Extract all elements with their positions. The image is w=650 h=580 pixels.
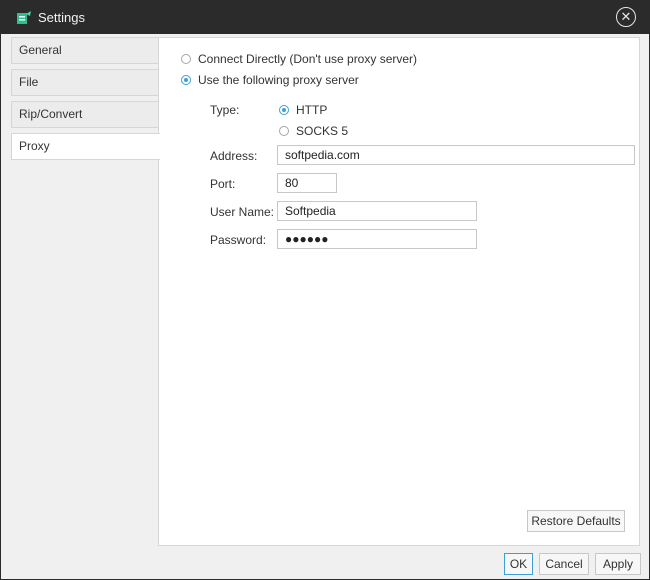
type-label: Type:	[210, 103, 240, 117]
restore-defaults-button[interactable]: Restore Defaults	[527, 510, 625, 532]
settings-window: Settings ✕ General File Rip/Convert Prox…	[0, 0, 650, 580]
sidebar-item-label: Rip/Convert	[19, 107, 83, 121]
sidebar-item-proxy[interactable]: Proxy	[11, 133, 160, 160]
close-icon: ✕	[620, 9, 632, 24]
http-label: HTTP	[296, 103, 328, 117]
ok-button[interactable]: OK	[504, 553, 533, 575]
address-label: Address:	[210, 149, 258, 163]
username-label: User Name:	[210, 205, 275, 219]
port-label: Port:	[210, 177, 236, 191]
sidebar-item-file[interactable]: File	[11, 69, 158, 96]
password-label: Password:	[210, 233, 267, 247]
proxy-settings-panel: Connect Directly (Don't use proxy server…	[158, 37, 640, 546]
sidebar-item-general[interactable]: General	[11, 37, 158, 64]
address-input[interactable]: softpedia.com	[277, 145, 635, 165]
sidebar-item-rip-convert[interactable]: Rip/Convert	[11, 101, 158, 128]
apply-button[interactable]: Apply	[595, 553, 641, 575]
app-logo-icon	[17, 11, 31, 24]
sidebar-item-label: General	[19, 43, 62, 57]
window-title: Settings	[38, 10, 85, 25]
use-proxy-label: Use the following proxy server	[198, 73, 359, 87]
socks5-label: SOCKS 5	[296, 124, 349, 138]
title-bar: Settings ✕	[1, 1, 649, 34]
close-button[interactable]: ✕	[616, 7, 636, 27]
socks5-radio[interactable]	[279, 126, 289, 136]
connect-directly-label: Connect Directly (Don't use proxy server…	[198, 52, 418, 66]
cancel-button[interactable]: Cancel	[539, 553, 589, 575]
sidebar-item-label: Proxy	[19, 139, 50, 153]
http-radio[interactable]	[279, 105, 289, 115]
port-input[interactable]: 80	[277, 173, 337, 193]
username-input[interactable]: Softpedia	[277, 201, 477, 221]
use-proxy-radio[interactable]	[181, 75, 191, 85]
password-input[interactable]: ●●●●●●	[277, 229, 477, 249]
sidebar-item-label: File	[19, 75, 39, 89]
connect-directly-radio[interactable]	[181, 54, 191, 64]
